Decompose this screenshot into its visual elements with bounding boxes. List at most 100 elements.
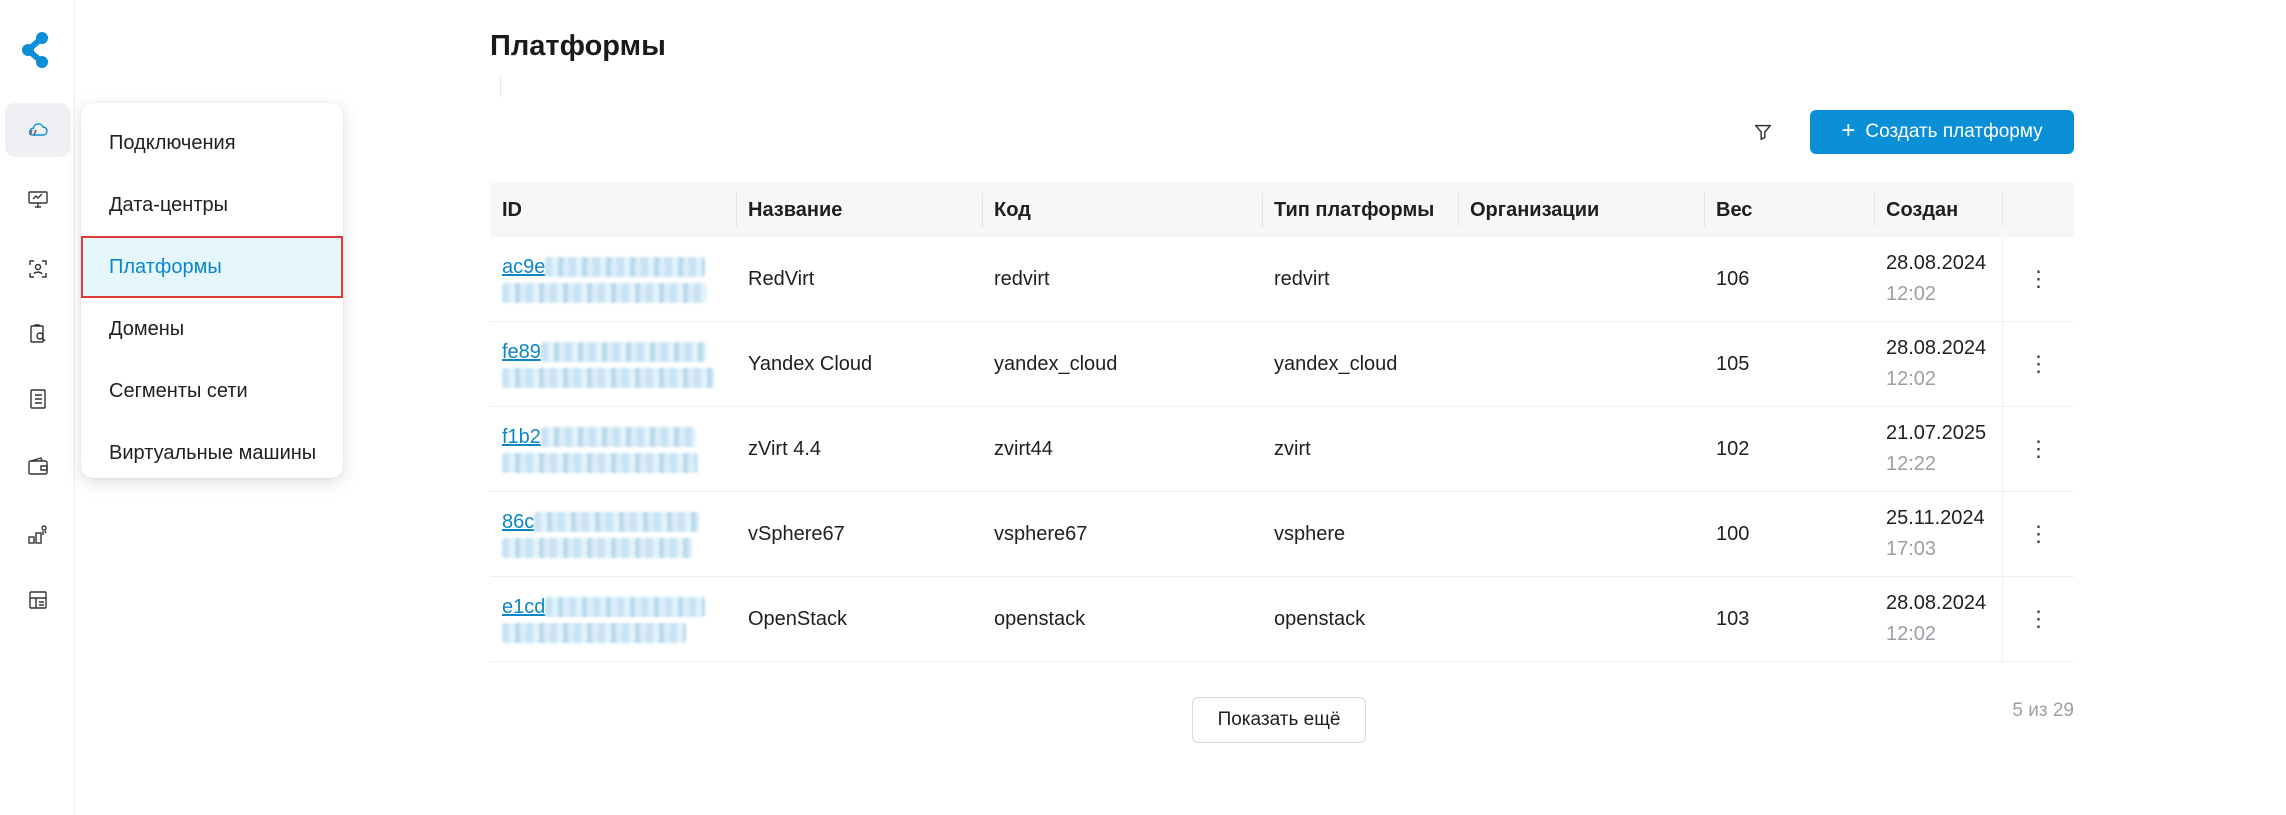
divider xyxy=(500,75,501,97)
user-scan-icon xyxy=(28,260,47,278)
cloud-nav[interactable] xyxy=(5,103,70,157)
monitor-nav[interactable] xyxy=(5,172,70,226)
row-actions-cell: ⋮ xyxy=(2002,321,2074,407)
more-vertical-icon[interactable]: ⋮ xyxy=(2028,438,2050,460)
name-cell: zVirt 4.4 xyxy=(748,437,821,460)
id-link[interactable]: fe89 xyxy=(502,341,706,364)
more-vertical-icon[interactable]: ⋮ xyxy=(2028,353,2050,375)
id-cell: ac9e xyxy=(490,237,736,322)
redacted-id xyxy=(502,367,714,388)
header-weight[interactable]: Вес xyxy=(1704,183,1874,237)
code-cell: openstack xyxy=(994,607,1086,630)
org-cell xyxy=(1458,492,1704,577)
pagination-count: 5 из 29 xyxy=(2012,700,2074,721)
filter-button[interactable] xyxy=(1740,112,1786,152)
header-id[interactable]: ID xyxy=(490,183,736,237)
table-row: ac9e RedVirt redvirt redvirt 106 28.08.2… xyxy=(490,236,2074,322)
more-vertical-icon[interactable]: ⋮ xyxy=(2028,608,2050,630)
weight-cell: 105 xyxy=(1716,352,1750,375)
menu-item-virtual-machines[interactable]: Виртуальные машины xyxy=(81,422,343,484)
created-cell: 25.11.2024 17:03 xyxy=(1874,492,2002,577)
id-cell: 86c xyxy=(490,492,736,577)
type-cell: vsphere xyxy=(1274,522,1346,545)
created-date: 28.08.2024 xyxy=(1886,592,1987,614)
dashboard-icon xyxy=(28,591,47,609)
row-actions-cell: ⋮ xyxy=(2002,406,2074,492)
name-cell: RedVirt xyxy=(748,267,815,290)
list-nav[interactable] xyxy=(5,372,70,426)
code-cell: yandex_cloud xyxy=(994,352,1118,375)
menu-item-datacenters[interactable]: Дата-центры xyxy=(81,174,343,236)
id-link[interactable]: 86c xyxy=(502,511,700,534)
name-cell: OpenStack xyxy=(748,607,847,630)
more-vertical-icon[interactable]: ⋮ xyxy=(2028,523,2050,545)
dashboard-nav[interactable] xyxy=(5,573,70,627)
created-date: 25.11.2024 xyxy=(1886,507,1985,529)
type-cell: redvirt xyxy=(1274,267,1330,290)
network-nav[interactable] xyxy=(5,508,70,562)
more-vertical-icon[interactable]: ⋮ xyxy=(2028,268,2050,290)
created-date: 28.08.2024 xyxy=(1886,252,1987,274)
created-cell: 28.08.2024 12:02 xyxy=(1874,237,2002,322)
id-link[interactable]: f1b2 xyxy=(502,426,696,449)
created-time: 12:02 xyxy=(1886,368,1937,390)
created-cell: 21.07.2025 12:22 xyxy=(1874,407,2002,492)
table-row: fe89 Yandex Cloud yandex_cloud yandex_cl… xyxy=(490,321,2074,407)
table-header: ID Название Код Тип платформы Организаци… xyxy=(490,183,2074,237)
header-organizations[interactable]: Организации xyxy=(1458,183,1704,237)
page-title: Платформы xyxy=(490,30,666,62)
menu-item-connections[interactable]: Подключения xyxy=(81,112,343,174)
created-time: 17:03 xyxy=(1886,538,1937,560)
name-cell: vSphere67 xyxy=(748,522,845,545)
header-name[interactable]: Название xyxy=(736,183,982,237)
menu-item-platforms[interactable]: Платформы xyxy=(81,236,343,298)
created-time: 12:02 xyxy=(1886,623,1937,645)
network-icon xyxy=(27,525,47,544)
table-row: e1cd OpenStack openstack openstack 103 2… xyxy=(490,576,2074,662)
name-cell: Yandex Cloud xyxy=(748,352,873,375)
id-link[interactable]: ac9e xyxy=(502,256,706,279)
table-row: f1b2 zVirt 4.4 zvirt44 zvirt 102 21.07.2… xyxy=(490,406,2074,492)
id-link[interactable]: e1cd xyxy=(502,596,706,619)
org-cell xyxy=(1458,237,1704,322)
icon-rail xyxy=(0,0,75,815)
table-row: 86c vSphere67 vsphere67 vsphere 100 25.1… xyxy=(490,491,2074,577)
type-cell: yandex_cloud xyxy=(1274,352,1398,375)
create-platform-button[interactable]: + Создать платформу xyxy=(1810,110,2074,154)
filter-icon xyxy=(1754,124,1772,141)
created-time: 12:02 xyxy=(1886,283,1937,305)
type-cell: zvirt xyxy=(1274,437,1311,460)
monitor-icon xyxy=(27,191,48,208)
cloud-icon xyxy=(28,123,48,136)
header-code[interactable]: Код xyxy=(982,183,1262,237)
code-cell: redvirt xyxy=(994,267,1050,290)
code-cell: vsphere67 xyxy=(994,522,1088,545)
created-time: 12:22 xyxy=(1886,453,1937,475)
wallet-icon xyxy=(27,457,48,475)
row-actions-cell: ⋮ xyxy=(2002,491,2074,577)
clipboard-search-nav[interactable] xyxy=(5,307,70,361)
row-actions-cell: ⋮ xyxy=(2002,576,2074,662)
show-more-button[interactable]: Показать ещё xyxy=(1192,697,1366,743)
menu-item-domains[interactable]: Домены xyxy=(81,298,343,360)
weight-cell: 102 xyxy=(1716,437,1750,460)
wallet-nav[interactable] xyxy=(5,440,70,494)
created-date: 21.07.2025 xyxy=(1886,422,1987,444)
plus-icon: + xyxy=(1841,116,1856,144)
header-actions xyxy=(2002,183,2074,237)
create-platform-label: Создать платформу xyxy=(1865,121,2043,142)
menu-item-network-segments[interactable]: Сегменты сети xyxy=(81,360,343,422)
clipboard-search-icon xyxy=(29,324,45,343)
weight-cell: 106 xyxy=(1716,267,1750,290)
redacted-id xyxy=(502,622,686,643)
redacted-id xyxy=(502,282,707,303)
id-cell: f1b2 xyxy=(490,407,736,492)
weight-cell: 103 xyxy=(1716,607,1750,630)
type-cell: openstack xyxy=(1274,607,1366,630)
header-created[interactable]: Создан xyxy=(1874,183,2002,237)
org-cell xyxy=(1458,577,1704,662)
user-scan-nav[interactable] xyxy=(5,242,70,296)
id-cell: e1cd xyxy=(490,577,736,662)
org-cell xyxy=(1458,407,1704,492)
header-type[interactable]: Тип платформы xyxy=(1262,183,1458,237)
